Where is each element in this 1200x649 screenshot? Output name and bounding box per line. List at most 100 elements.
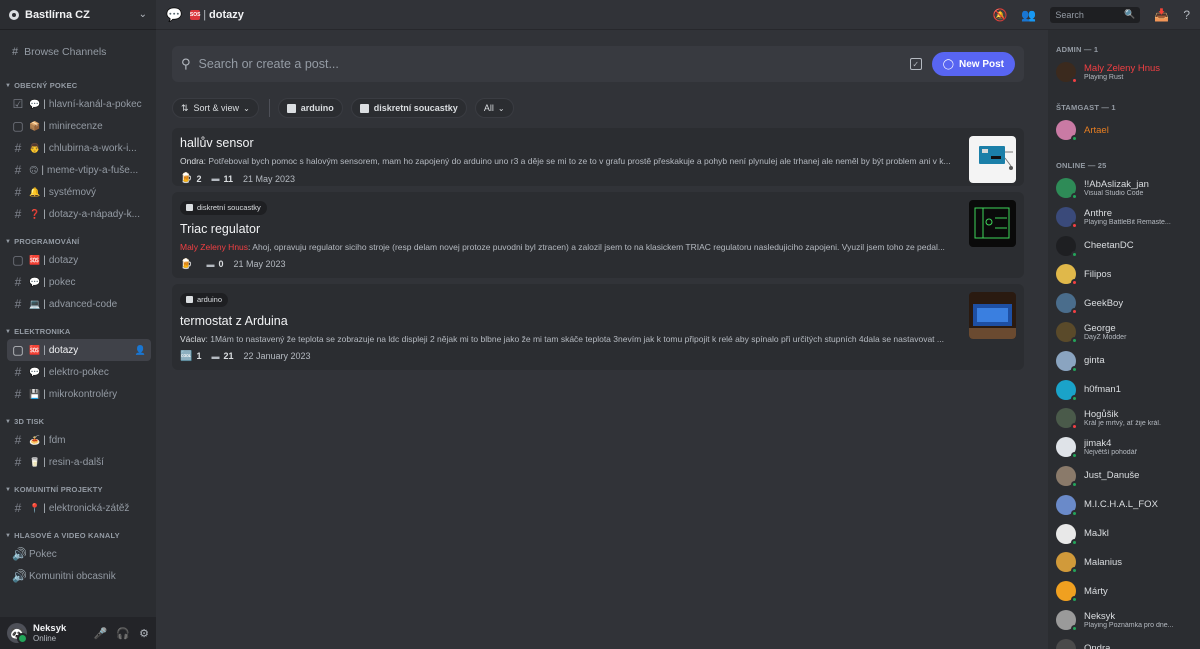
checkbox-icon[interactable]: ✓ <box>909 58 922 70</box>
member-item[interactable]: GeekBoy <box>1056 289 1200 318</box>
member-text: Artael <box>1084 125 1109 136</box>
member-item[interactable]: Ondra <box>1056 634 1200 649</box>
member-item[interactable]: Filipos <box>1056 260 1200 289</box>
category-header[interactable]: ▼ KOMUNITNÍ PROJEKTY <box>0 473 156 497</box>
post-thumbnail[interactable] <box>969 292 1016 339</box>
forum-icon: ▢ <box>12 253 24 267</box>
channel-item[interactable]: # 🙃 | meme-vtipy-a-fuše... <box>7 159 151 181</box>
sort-view-button[interactable]: ⇅ Sort & view ⌄ <box>172 98 259 118</box>
avatar <box>1056 523 1078 546</box>
speaker-icon: 🔊 <box>12 547 27 561</box>
channel-emoji: 🔔 <box>29 186 41 197</box>
member-item[interactable]: Hogůšik Král je mrtvý, ať žije král. <box>1056 404 1200 433</box>
channel-item[interactable]: ▢ 🆘 | dotazy 👤 <box>7 339 151 361</box>
member-item[interactable]: Anthre Playing BattleBit Remaste... <box>1056 202 1200 231</box>
avatar[interactable]: 🐼 <box>7 623 28 644</box>
post-title: Triac regulator <box>180 221 261 236</box>
channel-header: 💬 SOS | dotazy 🔕 👥 Search 🔍 📥 ? <box>156 0 1200 30</box>
member-item[interactable]: M.I.C.H.A.L_FOX <box>1056 490 1200 519</box>
post-card[interactable]: diskretní soucastky Triac regulator Maly… <box>172 192 1024 278</box>
post-card[interactable]: arduino termostat z Arduina Václav: 1Mám… <box>172 284 1024 370</box>
reaction[interactable]: 🆒 1 <box>180 351 201 362</box>
member-item[interactable]: !!AbAslizak_jan Visual Studio Code <box>1056 174 1200 203</box>
channel-item[interactable]: # 💬 | pokec <box>7 271 151 293</box>
headphones-icon[interactable]: 🎧 <box>116 627 130 640</box>
tag-filter-diskretni[interactable]: diskretní soucastky <box>350 98 467 118</box>
member-item[interactable]: George DayZ Modder <box>1056 318 1200 347</box>
channel-name: systémový <box>48 186 97 198</box>
post-thumbnail[interactable] <box>969 136 1016 183</box>
channel-item[interactable]: # 💾 | mikrokontroléry <box>7 383 151 405</box>
post-search-bar[interactable]: ⚲ Search or create a post... ✓ ◯ New Pos… <box>172 46 1024 82</box>
invite-user-icon[interactable]: 👤 <box>135 345 146 356</box>
channel-separator: | <box>43 344 46 356</box>
server-header[interactable]: Bastlírna CZ ⌄ <box>0 0 156 30</box>
member-item[interactable]: Just_Danuše <box>1056 462 1200 491</box>
avatar <box>1056 408 1078 431</box>
reaction-emoji: 🍺 <box>180 258 193 270</box>
message-count: ▬ 11 <box>211 174 233 184</box>
member-item[interactable]: Malanius <box>1056 548 1200 577</box>
category-header[interactable]: ▼ OBECNÝ POKEC <box>0 69 156 93</box>
channel-emoji: 🍝 <box>29 434 41 445</box>
member-item[interactable]: ginta <box>1056 346 1200 375</box>
avatar <box>1056 609 1078 632</box>
channel-item[interactable]: ▢ 📦 | minirecenze <box>7 115 151 137</box>
member-text: Just_Danuše <box>1084 470 1139 481</box>
post-thumbnail[interactable] <box>969 200 1016 247</box>
member-item[interactable]: Neksyk Playing Poznámka pro dne... <box>1056 606 1200 635</box>
channel-item[interactable]: # 🥛 | resin-a-další <box>7 451 151 473</box>
chevron-down-icon[interactable]: ⌄ <box>139 9 147 20</box>
post-author: Maly Zeleny Hnus <box>180 241 249 252</box>
inbox-icon[interactable]: 📥 <box>1154 8 1169 22</box>
gear-icon[interactable]: ⚙ <box>139 627 149 640</box>
category-header[interactable]: ▼ HLASOVÉ A VIDEO KANALY <box>0 519 156 543</box>
channel-item[interactable]: # 🔔 | systémový <box>7 181 151 203</box>
tag-filter-arduino[interactable]: arduino <box>277 98 343 118</box>
member-list-icon[interactable]: 👥 <box>1021 8 1036 22</box>
user-status: Online <box>33 634 57 643</box>
reaction[interactable]: 🍺 2 <box>180 173 201 184</box>
notification-bell-icon[interactable]: 🔕 <box>992 8 1007 22</box>
member-item[interactable]: jimak4 Největší pohodář <box>1056 433 1200 462</box>
channel-item[interactable]: ☑ 💬 | hlavní-kanál-a-pokec <box>7 93 151 115</box>
channel-emoji: 👨 <box>29 142 41 153</box>
member-text: Malanius <box>1084 557 1122 568</box>
channel-item[interactable]: # 👨 | chlubirna-a-work-i... <box>7 137 151 159</box>
member-item[interactable]: CheetanDC <box>1056 231 1200 260</box>
browse-channels-button[interactable]: # Browse Channels <box>0 41 156 63</box>
post-preview-text: Ahoj, opravuju regulator siciho stroje (… <box>252 241 945 252</box>
post-card[interactable]: hallův sensor Ondra: Potřeboval bych pom… <box>172 128 1024 186</box>
status-indicator <box>1071 221 1078 229</box>
new-post-button[interactable]: ◯ New Post <box>931 52 1015 76</box>
reaction[interactable]: 🍺 <box>180 259 196 270</box>
category-header[interactable]: ▼ ELEKTRONIKA <box>0 315 156 339</box>
category-header[interactable]: ▼ PROGRAMOVÁNÍ <box>0 225 156 249</box>
channel-item[interactable]: # 📍 | elektronická-zátěž <box>7 497 151 519</box>
channel-item[interactable]: # ❓ | dotazy-a-nápady-k... <box>7 203 151 225</box>
forum-icon: 💬 <box>166 6 183 22</box>
search-input[interactable]: Search 🔍 <box>1050 6 1141 23</box>
microphone-icon[interactable]: 🎤 <box>94 627 108 640</box>
member-item[interactable]: Artael <box>1056 116 1200 145</box>
channel-item[interactable]: # 🍝 | fdm <box>7 429 151 451</box>
member-name: George <box>1084 322 1116 334</box>
member-item[interactable]: Maly Zeleny Hnus Playing Rust <box>1056 58 1200 87</box>
channel-item[interactable]: 🔊 Pokec <box>7 543 151 565</box>
member-item[interactable]: h0fman1 <box>1056 375 1200 404</box>
search-placeholder: Search <box>1055 9 1084 20</box>
avatar <box>1056 120 1078 143</box>
chevron-down-icon: ▼ <box>5 486 12 493</box>
category-header[interactable]: ▼ 3D TISK <box>0 405 156 429</box>
message-icon: ▬ <box>206 259 215 269</box>
channel-item[interactable]: ▢ 🆘 | dotazy <box>7 249 151 271</box>
member-item[interactable]: MaJkl <box>1056 519 1200 548</box>
channel-item[interactable]: # 💻 | advanced-code <box>7 293 151 315</box>
channel-item[interactable]: # 💬 | elektro-pokec <box>7 361 151 383</box>
help-icon[interactable]: ? <box>1183 8 1190 22</box>
member-item[interactable]: Márty <box>1056 577 1200 606</box>
channel-item[interactable]: 🔊 Komunitni obcasnik <box>7 565 151 587</box>
user-info[interactable]: Neksyk Online <box>33 623 85 643</box>
post-date: 22 January 2023 <box>243 351 311 361</box>
all-tags-button[interactable]: All ⌄ <box>474 98 514 118</box>
